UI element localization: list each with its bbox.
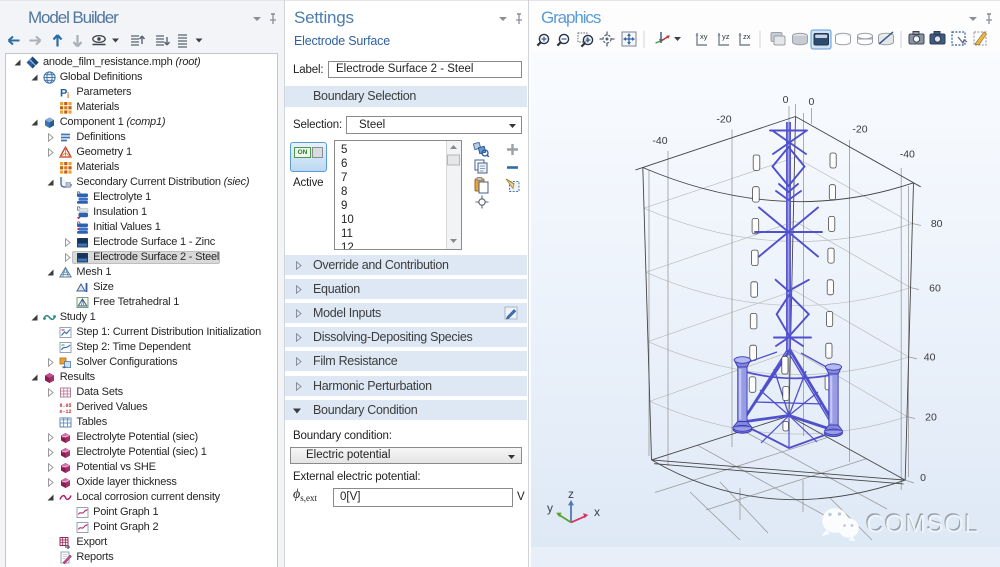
svg-text:40: 40 <box>924 352 936 364</box>
svg-text:80: 80 <box>931 218 943 230</box>
svg-text:20: 20 <box>925 411 937 423</box>
svg-text:-20: -20 <box>852 124 867 136</box>
svg-text:0: 0 <box>920 472 926 484</box>
svg-text:COMSOL: COMSOL <box>866 511 979 539</box>
svg-text:-20: -20 <box>716 114 731 126</box>
svg-text:z: z <box>568 487 574 501</box>
svg-text:x: x <box>594 505 600 519</box>
svg-text:0: 0 <box>808 96 814 108</box>
svg-text:0: 0 <box>783 94 789 106</box>
svg-text:y: y <box>547 501 553 515</box>
svg-text:e-12: e-12 <box>60 409 72 414</box>
svg-text:-40: -40 <box>652 135 667 147</box>
svg-text:60: 60 <box>929 282 941 294</box>
svg-text:i: i <box>67 91 69 99</box>
svg-text:-40: -40 <box>900 149 915 161</box>
